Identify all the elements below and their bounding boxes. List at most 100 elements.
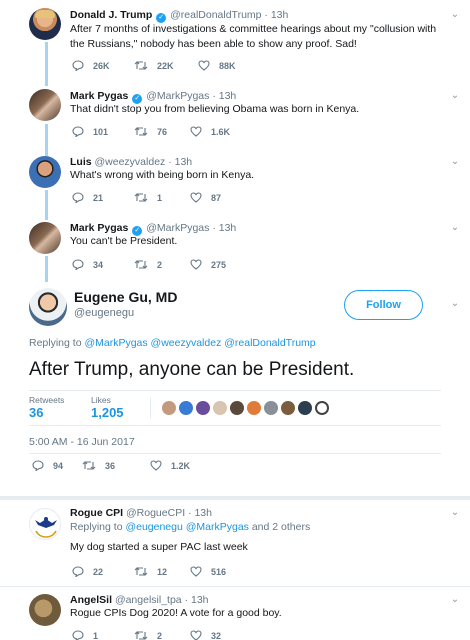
reply-icon [72, 259, 84, 270]
chevron-down-icon[interactable]: ⌄ [450, 595, 460, 605]
divider [150, 397, 151, 419]
author-handle[interactable]: @weezyvaldez [95, 156, 166, 168]
liker-avatar[interactable] [162, 401, 176, 415]
author-handle[interactable]: @realDonaldTrump [170, 9, 261, 21]
reply-button[interactable]: 26K [72, 60, 134, 71]
author-handle[interactable]: @MarkPygas [146, 90, 209, 102]
heart-icon [190, 259, 202, 270]
retweet-button[interactable]: 36 [82, 460, 150, 471]
retweet-button[interactable]: 2 [134, 630, 190, 640]
liker-avatar[interactable] [230, 401, 244, 415]
reply-icon [72, 192, 84, 203]
retweet-count: 12 [157, 566, 168, 577]
reply-count: 94 [53, 460, 64, 471]
liker-avatar[interactable] [196, 401, 210, 415]
tweet-text: You can't be President. [70, 235, 178, 247]
like-count: 516 [211, 566, 227, 577]
reply-button[interactable]: 21 [72, 192, 134, 203]
liker-avatar[interactable] [298, 401, 312, 415]
avatar[interactable] [29, 8, 61, 40]
replying-to: Replying to @eugenegu @MarkPygas and 2 o… [70, 520, 310, 535]
avatar[interactable] [29, 222, 61, 254]
avatar[interactable] [29, 156, 61, 188]
reply-button[interactable]: 22 [72, 566, 134, 577]
like-button[interactable]: 88K [198, 60, 260, 71]
like-button[interactable]: 275 [190, 259, 252, 270]
tweet-time[interactable]: · 13h [212, 222, 236, 234]
author-name[interactable]: Mark Pygas [70, 222, 128, 234]
divider [29, 425, 441, 426]
replying-to-links[interactable]: @MarkPygas @weezyvaldez @realDonaldTrump [84, 337, 315, 349]
liker-avatar[interactable] [315, 401, 329, 415]
section-separator [0, 496, 470, 500]
liker-avatar[interactable] [247, 401, 261, 415]
like-button[interactable]: 1.6K [190, 126, 252, 137]
retweets-stat[interactable]: Retweets 36 [29, 395, 64, 420]
retweet-button[interactable]: 76 [134, 126, 190, 137]
reply-button[interactable]: 94 [32, 460, 82, 471]
tweet-timestamp[interactable]: 5:00 AM - 16 Jun 2017 [29, 436, 135, 448]
retweet-button[interactable]: 12 [134, 566, 190, 577]
author-name[interactable]: Donald J. Trump [70, 9, 152, 21]
retweet-icon [134, 61, 148, 70]
replying-to: Replying to @MarkPygas @weezyvaldez @rea… [29, 337, 316, 349]
reply-icon [72, 630, 84, 640]
avatar[interactable] [29, 508, 61, 540]
retweet-icon [134, 567, 148, 576]
like-count: 275 [211, 259, 227, 270]
liker-avatar[interactable] [264, 401, 278, 415]
chevron-down-icon[interactable]: ⌄ [450, 91, 460, 101]
retweet-button[interactable]: 22K [134, 60, 198, 71]
tweet-text: That didn't stop you from believing Obam… [70, 103, 360, 115]
like-button[interactable]: 32 [190, 630, 252, 640]
tweet-time[interactable]: · 13h [212, 90, 236, 102]
author-name[interactable]: Rogue CPI [70, 507, 123, 519]
replying-to-links[interactable]: @eugenegu @MarkPygas [125, 521, 248, 533]
retweet-button[interactable]: 1 [134, 192, 190, 203]
chevron-down-icon[interactable]: ⌄ [450, 10, 460, 20]
tweet-header: Donald J. Trump ✓ @realDonaldTrump · 13h [70, 8, 288, 23]
tweet-header: Luis @weezyvaldez · 13h [70, 155, 192, 169]
chevron-down-icon[interactable]: ⌄ [450, 508, 460, 518]
retweets-label: Retweets [29, 395, 65, 405]
retweet-icon [134, 193, 148, 202]
author-name[interactable]: AngelSil [70, 594, 112, 606]
author-name[interactable]: Luis [70, 156, 92, 168]
like-button[interactable]: 516 [190, 566, 252, 577]
avatar[interactable] [29, 288, 67, 326]
reply-count: 26K [93, 60, 110, 71]
chevron-down-icon[interactable]: ⌄ [450, 223, 460, 233]
tweet-time[interactable]: · 13h [185, 594, 209, 606]
follow-button[interactable]: Follow [344, 290, 423, 320]
reply-button[interactable]: 34 [72, 259, 134, 270]
liker-avatar[interactable] [179, 401, 193, 415]
thread-line [45, 256, 48, 282]
tweet-time[interactable]: · 13h [264, 9, 288, 21]
author-handle[interactable]: @RogueCPI [126, 507, 185, 519]
reply-icon [72, 60, 84, 71]
author-handle[interactable]: @MarkPygas [146, 222, 209, 234]
avatar[interactable] [29, 89, 61, 121]
heart-icon [150, 460, 162, 471]
retweet-button[interactable]: 2 [134, 259, 190, 270]
like-count: 32 [211, 630, 222, 640]
like-button[interactable]: 87 [190, 192, 252, 203]
author-handle[interactable]: @eugenegu [74, 307, 134, 319]
author-name[interactable]: Eugene Gu, MD [74, 289, 177, 305]
author-handle[interactable]: @angelsil_tpa [115, 594, 182, 606]
reply-button[interactable]: 101 [72, 126, 134, 137]
tweet-time[interactable]: · 13h [168, 156, 192, 168]
tweet-time[interactable]: · 13h [188, 507, 212, 519]
chevron-down-icon[interactable]: ⌄ [450, 157, 460, 167]
like-button[interactable]: 1.2K [150, 460, 212, 471]
liker-avatar[interactable] [281, 401, 295, 415]
reply-button[interactable]: 1 [72, 630, 134, 640]
liker-avatar[interactable] [213, 401, 227, 415]
like-count: 1.2K [171, 460, 191, 471]
likes-stat[interactable]: Likes 1,205 [91, 395, 124, 420]
author-name[interactable]: Mark Pygas [70, 90, 128, 102]
heart-icon [190, 126, 202, 137]
replying-suffix[interactable]: and 2 others [252, 521, 310, 533]
avatar[interactable] [29, 594, 61, 626]
chevron-down-icon[interactable]: ⌄ [450, 299, 460, 309]
